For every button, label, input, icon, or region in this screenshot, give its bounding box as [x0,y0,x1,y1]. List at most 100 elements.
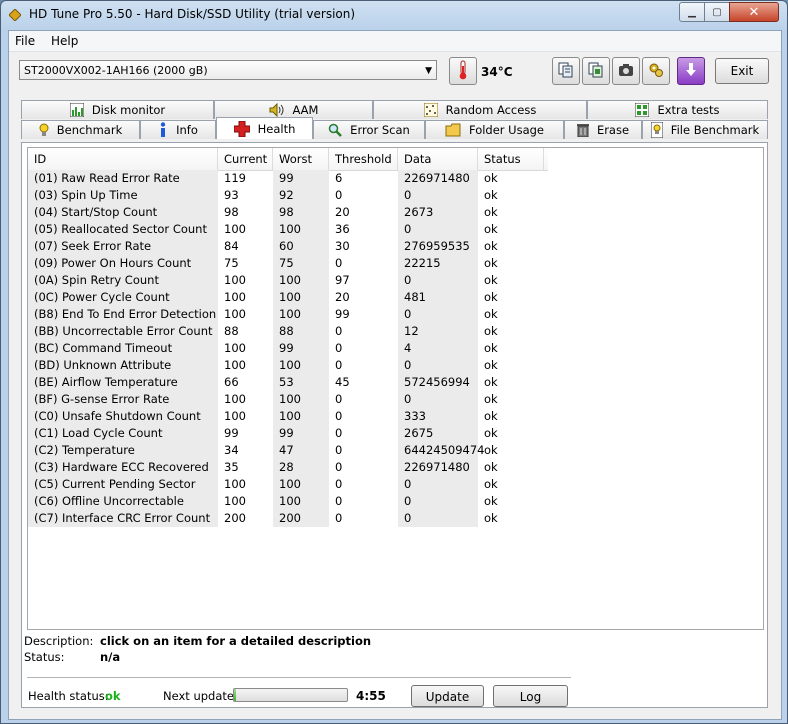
column-header-id[interactable]: ID [28,148,218,170]
table-row[interactable]: (C1) Load Cycle Count 99 99 0 2675 ok [28,425,548,442]
footer-separator [27,677,571,678]
drive-select[interactable]: ST2000VX002-1AH166 (2000 gB) ▼ [19,60,437,80]
health-cross-icon [233,120,250,137]
table-row[interactable]: (03) Spin Up Time 93 92 0 0 ok [28,187,548,204]
table-cell-worst: 100 [273,408,329,425]
table-row[interactable]: (C7) Interface CRC Error Count 200 200 0 0 ok [28,510,548,527]
save-button[interactable] [677,57,705,85]
table-row[interactable]: (07) Seek Error Rate 84 60 30 276959535 ok [28,238,548,255]
table-cell-threshold: 0 [335,324,343,338]
table-cell-current: 100 [224,477,246,491]
table-cell-current: 35 [224,460,239,474]
table-cell-worst: 98 [273,204,329,221]
table-cell-status: ok [484,392,498,406]
minimize-button[interactable]: ▁ [679,2,705,22]
table-cell-current: 93 [224,188,239,202]
table-cell-status: ok [484,256,498,270]
menu-file[interactable]: File [15,34,35,48]
tabs-top-row: Disk monitor AAM Random Access Extra tes… [21,100,768,120]
table-cell-id: (BD) Unknown Attribute [28,357,218,374]
table-cell-data: 2673 [398,204,478,221]
table-cell-id: (BC) Command Timeout [28,340,218,357]
table-row[interactable]: (BC) Command Timeout 100 99 0 4 ok [28,340,548,357]
options-button[interactable] [642,57,670,85]
close-button[interactable]: ✕ [729,2,779,22]
table-cell-status: ok [484,494,498,508]
title-bar[interactable]: HD Tune Pro 5.50 - Hard Disk/SSD Utility… [1,1,787,29]
table-row[interactable]: (C5) Current Pending Sector 100 100 0 0 ok [28,476,548,493]
table-cell-threshold: 0 [335,358,343,372]
smart-table[interactable]: ID Current Worst Threshold Data Status (… [27,147,764,630]
table-cell-threshold: 0 [335,256,343,270]
table-row[interactable]: (C6) Offline Uncorrectable 100 100 0 0 ok [28,493,548,510]
table-cell-data: 64424509474 [398,442,484,459]
tab-info[interactable]: Info [140,120,216,139]
table-row[interactable]: (05) Reallocated Sector Count 100 100 36 0 ok [28,221,548,238]
tab-error-scan[interactable]: Error Scan [313,120,425,139]
menu-help[interactable]: Help [51,34,78,48]
tab-label: Error Scan [350,123,410,137]
table-row[interactable]: (B8) End To End Error Detection 100 100 99 0… [28,306,548,323]
table-cell-current: 98 [224,205,239,219]
table-row[interactable]: (C3) Hardware ECC Recovered 35 28 0 22697148… [28,459,548,476]
screenshot-button[interactable] [612,57,640,85]
table-cell-status: ok [484,358,498,372]
tab-extra-tests[interactable]: Extra tests [587,100,768,119]
minimize-icon: ▁ [688,6,696,18]
table-cell-threshold: 0 [335,477,343,491]
table-cell-status: ok [484,375,498,389]
table-row[interactable]: (BB) Uncorrectable Error Count 88 88 0 12 ok [28,323,548,340]
tab-disk-monitor[interactable]: Disk monitor [21,100,214,119]
table-row[interactable]: (C2) Temperature 34 47 0 64424509474 ok [28,442,548,459]
table-cell-id: (0A) Spin Retry Count [28,272,218,289]
table-cell-worst: 100 [273,391,329,408]
tab-label: Random Access [445,103,537,117]
speaker-icon [269,103,285,117]
table-row[interactable]: (C0) Unsafe Shutdown Count 100 100 0 333 ok [28,408,548,425]
table-row[interactable]: (BD) Unknown Attribute 100 100 0 0 ok [28,357,548,374]
tab-health[interactable]: Health [216,117,313,139]
tab-benchmark[interactable]: Benchmark [21,120,140,139]
table-row[interactable]: (0A) Spin Retry Count 100 100 97 0 ok [28,272,548,289]
table-cell-id: (0C) Power Cycle Count [28,289,218,306]
exit-button[interactable]: Exit [715,58,769,84]
tab-label: Info [176,123,198,137]
table-cell-threshold: 0 [335,460,343,474]
maximize-button[interactable]: ▢ [704,2,730,22]
table-row[interactable]: (01) Raw Read Error Rate 119 99 6 226971480 o… [28,170,548,187]
table-cell-data: 481 [398,289,478,306]
tab-random-access[interactable]: Random Access [373,100,587,119]
copy-screen-button[interactable] [582,57,610,85]
table-row[interactable]: (BE) Airflow Temperature 66 53 45 572456994 o… [28,374,548,391]
table-cell-worst: 99 [273,340,329,357]
tab-erase[interactable]: Erase [564,120,642,139]
table-row[interactable]: (0C) Power Cycle Count 100 100 20 481 ok [28,289,548,306]
table-cell-status: ok [484,477,498,491]
column-header-worst[interactable]: Worst [273,148,329,170]
table-row[interactable]: (04) Start/Stop Count 98 98 20 2673 ok [28,204,548,221]
column-header-current[interactable]: Current [218,148,273,170]
table-cell-status: ok [484,273,498,287]
client-area: File Help ST2000VX002-1AH166 (2000 gB) ▼… [8,30,782,720]
table-cell-threshold: 0 [335,409,343,423]
temperature-button[interactable] [449,57,477,85]
column-header-data[interactable]: Data [398,148,478,170]
column-header-status[interactable]: Status [478,148,544,170]
save-icon [683,62,699,81]
tab-file-benchmark[interactable]: File Benchmark [642,120,768,139]
table-row[interactable]: (BF) G-sense Error Rate 100 100 0 0 ok [28,391,548,408]
copy-text-button[interactable] [552,57,580,85]
countdown-value: 4:55 [356,689,386,703]
tab-folder-usage[interactable]: Folder Usage [425,120,564,139]
table-row[interactable]: (09) Power On Hours Count 75 75 0 22215 ok [28,255,548,272]
table-cell-current: 200 [224,511,246,525]
table-cell-id: (BF) G-sense Error Rate [28,391,218,408]
update-button[interactable]: Update [411,685,484,707]
log-button[interactable]: Log [493,685,568,707]
table-cell-current: 100 [224,358,246,372]
table-cell-current: 100 [224,273,246,287]
table-cell-data: 22215 [398,255,478,272]
table-cell-worst: 75 [273,255,329,272]
column-header-threshold[interactable]: Threshold [329,148,398,170]
options-icon [648,62,664,81]
